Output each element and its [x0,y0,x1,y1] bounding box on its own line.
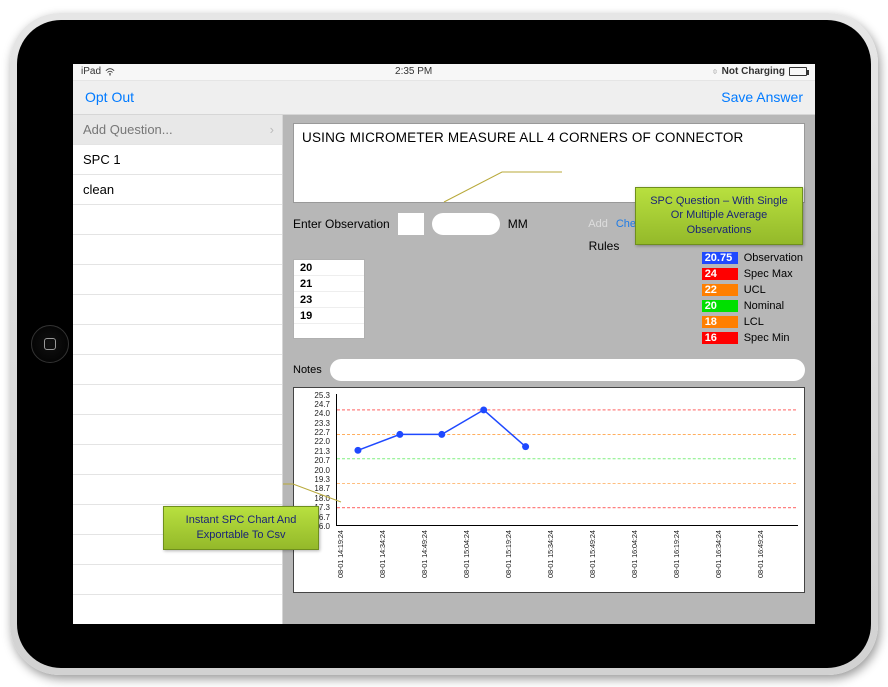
wifi-icon [105,68,115,76]
legend-name: LCL [744,316,764,328]
observation-list: 20 21 23 19 [293,259,365,339]
legend-name: Nominal [744,300,784,312]
list-item [73,235,282,265]
main-panel: USING MICROMETER MEASURE ALL 4 CORNERS O… [283,115,815,624]
notes-label: Notes [293,364,322,376]
chart-x-labels: 08-01 14:19:2408-01 14:34:2408-01 14:49:… [336,528,798,590]
legend-value: 16 [702,332,738,344]
add-button[interactable]: Add [588,218,608,230]
observation-row: 19 [294,308,364,324]
legend-row: 20 Nominal [702,298,803,314]
legend-value: 20.75 [702,252,738,264]
toolbar: Opt Out Save Answer [73,81,815,115]
callout-leader-2 [283,464,343,504]
home-button[interactable] [31,325,69,363]
observation-small-input[interactable] [398,213,424,235]
list-item [73,445,282,475]
enter-observation-label: Enter Observation [293,217,390,231]
list-item [73,355,282,385]
clock: 2:35 PM [395,66,432,77]
list-item [73,265,282,295]
bluetooth-icon: ⌽ [712,66,717,77]
list-item [73,385,282,415]
screen: iPad 2:35 PM ⌽ Not Charging Opt Out Save… [73,64,815,624]
legend-row: 16 Spec Min [702,330,803,346]
unit-label: MM [508,217,528,231]
list-item [73,205,282,235]
legend-name: Observation [744,252,803,264]
list-item [73,565,282,595]
sidebar-item-clean[interactable]: clean [73,175,282,205]
device-label: iPad [81,66,101,77]
add-question-row[interactable]: Add Question... [73,115,282,145]
legend: 20.75 Observation 24 Spec Max 22 UCL 20 Nominal… [702,250,803,346]
callout-leader-1 [444,146,564,202]
observation-row: 23 [294,292,364,308]
list-item [73,325,282,355]
legend-row: 18 LCL [702,314,803,330]
legend-value: 20 [702,300,738,312]
opt-out-button[interactable]: Opt Out [85,89,134,105]
sidebar-item-spc1[interactable]: SPC 1 [73,145,282,175]
legend-name: UCL [744,284,766,296]
chart-svg [337,394,798,525]
chart-plot-area [336,394,798,526]
legend-row: 20.75 Observation [702,250,803,266]
save-answer-button[interactable]: Save Answer [721,89,803,105]
callout-spc-question: SPC Question – With Single Or Multiple A… [635,187,803,246]
list-item [73,475,282,505]
status-bar: iPad 2:35 PM ⌽ Not Charging [73,64,815,81]
callout-spc-chart: Instant SPC Chart And Exportable To Csv [163,506,319,550]
ipad-device: iPad 2:35 PM ⌽ Not Charging Opt Out Save… [10,13,878,675]
ipad-bezel: iPad 2:35 PM ⌽ Not Charging Opt Out Save… [17,20,871,668]
spc-chart: 25.324.724.023.322.722.021.320.720.019.3… [293,387,805,593]
question-title-text: USING MICROMETER MEASURE ALL 4 CORNERS O… [302,130,744,145]
charge-label: Not Charging [722,66,785,77]
legend-row: 22 UCL [702,282,803,298]
battery-icon [789,67,807,76]
observation-value-input[interactable] [432,213,500,235]
notes-input[interactable] [330,359,805,381]
observation-row [294,324,364,338]
observation-row: 21 [294,276,364,292]
list-item [73,415,282,445]
legend-name: Spec Min [744,332,790,344]
legend-name: Spec Max [744,268,793,280]
legend-value: 18 [702,316,738,328]
legend-value: 22 [702,284,738,296]
legend-value: 24 [702,268,738,280]
observation-row: 20 [294,260,364,276]
list-item [73,295,282,325]
legend-row: 24 Spec Max [702,266,803,282]
